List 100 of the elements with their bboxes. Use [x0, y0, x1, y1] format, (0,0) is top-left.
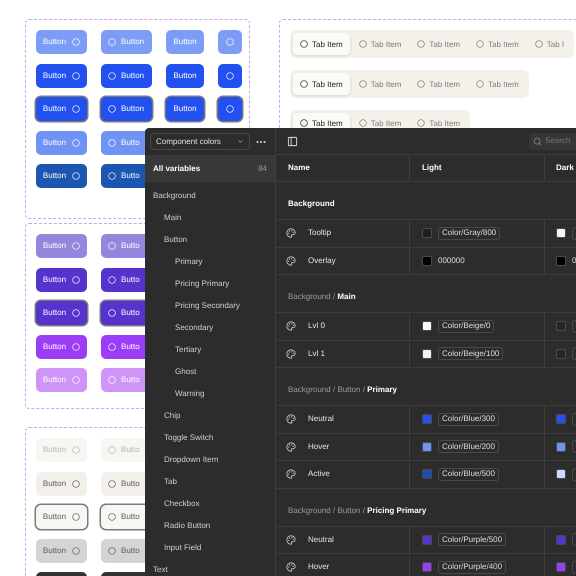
circle-icon — [108, 172, 116, 180]
collection-dropdown[interactable]: Component colors — [150, 133, 250, 150]
tree-item[interactable]: Text — [145, 559, 275, 576]
circle-icon — [72, 138, 80, 146]
button[interactable]: Butto — [101, 505, 145, 529]
button[interactable]: Butto — [101, 268, 145, 292]
button[interactable]: Button — [36, 505, 87, 529]
circle-icon — [300, 80, 308, 88]
tree-item[interactable]: Secondary — [145, 317, 275, 339]
tree-item[interactable]: Input Field — [145, 537, 275, 559]
tree-item[interactable]: Pricing Primary — [145, 273, 275, 295]
circle-icon — [417, 119, 426, 127]
tree-item[interactable]: Toggle Switch — [145, 427, 275, 449]
button[interactable]: Button — [101, 97, 152, 121]
circle-icon — [358, 80, 367, 88]
button[interactable] — [218, 64, 242, 88]
button[interactable]: Butto — [101, 538, 145, 562]
column-header: Light — [422, 162, 442, 174]
tree-item[interactable]: Tertiary — [145, 339, 275, 361]
circle-icon — [226, 105, 234, 113]
circle-icon — [108, 242, 116, 250]
button[interactable]: Button — [36, 268, 87, 292]
circle-icon — [72, 242, 80, 250]
variable-name: Tooltip — [308, 227, 332, 240]
tree-item[interactable]: Background — [145, 185, 275, 207]
button[interactable]: Button — [36, 234, 87, 258]
button[interactable]: Button — [36, 334, 87, 358]
circle-icon — [108, 513, 116, 521]
variable-chip: Color/Blue/500 — [438, 468, 499, 481]
tab[interactable]: Tab Item — [410, 73, 468, 95]
circle-icon — [72, 480, 80, 488]
tree-item[interactable]: Ghost — [145, 361, 275, 383]
circle-icon — [72, 72, 80, 80]
circle-icon — [72, 546, 80, 554]
all-variables-item[interactable]: All variables 84 — [145, 155, 275, 182]
button[interactable] — [218, 97, 242, 121]
circle-icon — [72, 105, 80, 113]
button[interactable]: Button — [101, 64, 152, 88]
tree-item[interactable]: Radio Button — [145, 515, 275, 537]
tab[interactable]: Tab Item — [293, 113, 350, 128]
palette-icon — [286, 348, 296, 359]
circle-icon — [108, 138, 116, 146]
column-header: Dark — [556, 162, 574, 174]
column-header: Name — [288, 162, 310, 174]
tab[interactable]: Tab Item — [293, 73, 350, 95]
circle-icon — [72, 38, 80, 46]
circle-icon — [108, 342, 116, 350]
search-box[interactable]: Search — [529, 132, 576, 150]
button[interactable]: Butto — [101, 164, 145, 188]
circle-icon — [72, 172, 80, 180]
button[interactable]: Button — [166, 64, 204, 88]
tab[interactable]: Tab Item — [352, 33, 408, 55]
button[interactable]: Button — [36, 301, 87, 325]
button[interactable]: Butto — [101, 472, 145, 496]
tab[interactable]: Tab Item — [469, 73, 526, 95]
variable-chip: Color/Blue/300 — [438, 412, 499, 426]
circle-icon — [108, 446, 116, 454]
tab[interactable]: Tab Item — [410, 113, 468, 128]
variable-chip: Color/Beige/100 — [438, 347, 504, 360]
circle-icon — [72, 513, 80, 521]
button[interactable]: Butto — [101, 334, 145, 358]
variable-name: Neutral — [308, 413, 334, 426]
tab[interactable]: Tab I — [528, 33, 572, 55]
button[interactable]: Butto — [101, 234, 145, 258]
hex-value: 000000 — [438, 254, 465, 267]
palette-icon — [286, 414, 296, 424]
tree-item[interactable]: Dropdown Item — [145, 449, 275, 471]
tab[interactable]: Tab Item — [352, 73, 408, 95]
button[interactable]: Button — [166, 97, 204, 121]
palette-icon — [286, 228, 296, 238]
tab[interactable]: Tab Item — [293, 33, 350, 55]
circle-icon — [417, 40, 426, 48]
button[interactable]: Button — [36, 472, 87, 496]
variable-chip: Color/Purple/400 — [438, 560, 506, 574]
palette-icon — [286, 321, 296, 332]
button[interactable] — [218, 30, 242, 54]
search-icon — [533, 136, 542, 146]
tree-item[interactable]: Warning — [145, 383, 275, 405]
button[interactable]: Button — [36, 164, 87, 188]
sidebar-icon — [287, 136, 298, 146]
tree-item[interactable]: Primary — [145, 251, 275, 273]
tree-item[interactable]: Tab — [145, 471, 275, 493]
tree-item[interactable]: Button — [145, 229, 275, 251]
sidebar-toggle-button[interactable] — [287, 136, 298, 146]
tree-item[interactable]: Checkbox — [145, 493, 275, 515]
tab[interactable]: Tab Item — [410, 33, 468, 55]
button[interactable]: Button — [36, 97, 87, 121]
circle-icon — [417, 80, 426, 88]
circle-icon — [358, 119, 367, 127]
tree-item[interactable]: Main — [145, 207, 275, 229]
button[interactable]: Button — [36, 538, 87, 562]
variable-chip: Color/Purple/500 — [438, 533, 506, 546]
tree-item[interactable]: Chip — [145, 405, 275, 427]
variable-name: Active — [308, 468, 330, 480]
tab[interactable]: Tab Item — [352, 113, 408, 128]
button[interactable]: Butto — [101, 301, 145, 325]
search-field[interactable]: Search — [545, 135, 576, 147]
tree-item[interactable]: Pricing Secondary — [145, 295, 275, 317]
button[interactable]: Button — [36, 64, 87, 88]
tab[interactable]: Tab Item — [469, 33, 526, 55]
